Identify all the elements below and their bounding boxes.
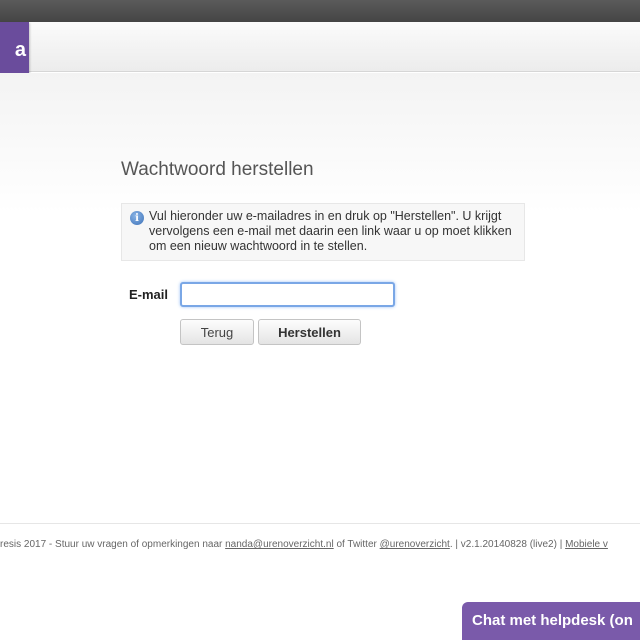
logo-text: a <box>14 39 26 61</box>
app-header <box>0 22 640 72</box>
app-logo[interactable]: a <box>0 22 29 79</box>
chat-helpdesk-button[interactable]: Chat met helpdesk (on <box>462 602 640 640</box>
email-field[interactable] <box>180 282 395 307</box>
footer-mobile-link[interactable]: Mobiele v <box>565 539 608 550</box>
info-message-box: i Vul hieronder uw e-mailadres in en dru… <box>121 203 525 261</box>
info-message-text: Vul hieronder uw e-mailadres in en druk … <box>149 209 512 253</box>
footer: resis 2017 - Stuur uw vragen of opmerkin… <box>0 539 640 550</box>
back-button[interactable]: Terug <box>180 319 254 345</box>
footer-prefix: resis 2017 - Stuur uw vragen of opmerkin… <box>0 539 226 550</box>
os-title-bar <box>0 0 640 22</box>
footer-twitter-link[interactable]: @urenoverzicht <box>380 539 450 550</box>
footer-divider <box>0 523 640 524</box>
email-label: E-mail <box>129 287 169 302</box>
info-icon: i <box>130 211 144 225</box>
reset-button[interactable]: Herstellen <box>258 319 361 345</box>
footer-email-link[interactable]: nanda@urenoverzicht.nl <box>225 539 334 550</box>
footer-middle: of Twitter <box>333 539 380 550</box>
page-title: Wachtwoord herstellen <box>121 159 314 180</box>
footer-version: . | v2.1.20140828 (live2) | <box>449 539 566 550</box>
content-background <box>0 73 640 213</box>
